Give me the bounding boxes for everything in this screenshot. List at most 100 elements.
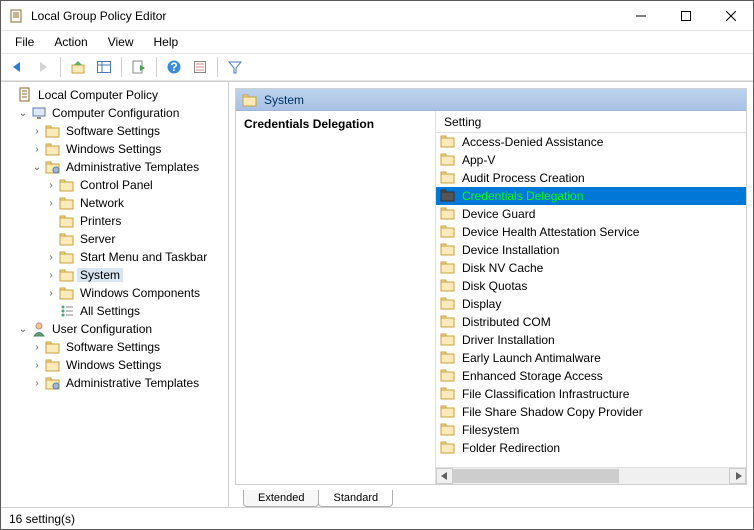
- tree-item-label: System: [77, 268, 123, 282]
- list-item[interactable]: File Share Shadow Copy Provider: [436, 403, 746, 421]
- list-header-setting[interactable]: Setting: [436, 111, 746, 133]
- menu-action[interactable]: Action: [46, 33, 95, 51]
- scroll-right-button[interactable]: [729, 468, 746, 484]
- tree-cc-network[interactable]: › Network: [3, 194, 226, 212]
- folder-icon: [440, 314, 456, 331]
- close-button[interactable]: [708, 1, 753, 30]
- list-item[interactable]: Disk NV Cache: [436, 259, 746, 277]
- list-item[interactable]: Early Launch Antimalware: [436, 349, 746, 367]
- expand-toggle[interactable]: ›: [31, 144, 43, 155]
- list-item[interactable]: App-V: [436, 151, 746, 169]
- tree-item-label: Network: [77, 196, 127, 210]
- right-pane: System Credentials Delegation Setting Ac…: [229, 82, 753, 507]
- tree-cc-start-menu[interactable]: ›Start Menu and Taskbar: [3, 248, 226, 266]
- list-item-label: File Share Shadow Copy Provider: [462, 405, 643, 419]
- tree-uc-admin-templates[interactable]: ›Administrative Templates: [3, 374, 226, 392]
- toolbar-separator: [217, 57, 218, 77]
- properties-button[interactable]: [188, 55, 212, 79]
- expand-toggle[interactable]: ⌄: [31, 162, 43, 173]
- menu-view[interactable]: View: [100, 33, 142, 51]
- tree-computer-configuration[interactable]: ⌄Computer Configuration: [3, 104, 226, 122]
- list-item[interactable]: Disk Quotas: [436, 277, 746, 295]
- tree-uc-software-settings[interactable]: ›Software Settings: [3, 338, 226, 356]
- tree-user-configuration[interactable]: ⌄User Configuration: [3, 320, 226, 338]
- expand-toggle[interactable]: ›: [31, 378, 43, 389]
- list-item-label: Disk NV Cache: [462, 261, 543, 275]
- menu-file[interactable]: File: [7, 33, 42, 51]
- help-button[interactable]: ?: [162, 55, 186, 79]
- tree-root[interactable]: Local Computer Policy: [3, 86, 226, 104]
- export-button[interactable]: [127, 55, 151, 79]
- list-item[interactable]: Distributed COM: [436, 313, 746, 331]
- tree-item-icon: [59, 177, 75, 193]
- list-item[interactable]: Audit Process Creation: [436, 169, 746, 187]
- tab-extended[interactable]: Extended: [243, 490, 319, 507]
- menubar: File Action View Help: [1, 31, 753, 53]
- expand-toggle[interactable]: ›: [45, 180, 57, 191]
- filter-button[interactable]: [223, 55, 247, 79]
- folder-icon: [440, 404, 456, 421]
- list-item[interactable]: Filesystem: [436, 421, 746, 439]
- horizontal-scrollbar[interactable]: [436, 467, 746, 484]
- tree-cc-all-settings[interactable]: All Settings: [3, 302, 226, 320]
- toolbar-separator: [60, 57, 61, 77]
- list-item[interactable]: Device Installation: [436, 241, 746, 259]
- tree-cc-software-settings[interactable]: ›Software Settings: [3, 122, 226, 140]
- tree-cc-control-panel[interactable]: › Control Panel: [3, 176, 226, 194]
- maximize-button[interactable]: [663, 1, 708, 30]
- list-item[interactable]: Display: [436, 295, 746, 313]
- up-button[interactable]: [66, 55, 90, 79]
- expand-toggle[interactable]: ›: [31, 126, 43, 137]
- tree-item-label: Windows Settings: [63, 142, 164, 156]
- list-item-label: Access-Denied Assistance: [462, 135, 603, 149]
- show-hide-tree-button[interactable]: [92, 55, 116, 79]
- tree-cc-windows-components[interactable]: › Windows Components: [3, 284, 226, 302]
- expand-toggle[interactable]: ›: [45, 288, 57, 299]
- expand-toggle[interactable]: ⌄: [17, 108, 29, 119]
- menu-help[interactable]: Help: [146, 33, 187, 51]
- tree-pane[interactable]: Local Computer Policy⌄Computer Configura…: [1, 82, 229, 507]
- folder-icon: [440, 332, 456, 349]
- tree-item-label: Windows Components: [77, 286, 203, 300]
- folder-icon: [440, 152, 456, 169]
- list-item[interactable]: Enhanced Storage Access: [436, 367, 746, 385]
- expand-toggle[interactable]: ›: [45, 198, 57, 209]
- minimize-button[interactable]: [618, 1, 663, 30]
- list-item-label: Disk Quotas: [462, 279, 527, 293]
- content-box: System Credentials Delegation Setting Ac…: [235, 88, 747, 485]
- list-item-label: Folder Redirection: [462, 441, 560, 455]
- list-item[interactable]: Folder Redirection: [436, 439, 746, 457]
- folder-icon: [440, 206, 456, 223]
- list-item[interactable]: Access-Denied Assistance: [436, 133, 746, 151]
- tree-cc-printers[interactable]: Printers: [3, 212, 226, 230]
- list-item[interactable]: File Classification Infrastructure: [436, 385, 746, 403]
- scroll-left-button[interactable]: [436, 468, 453, 484]
- tree-cc-system[interactable]: › System: [3, 266, 226, 284]
- tree-cc-server[interactable]: Server: [3, 230, 226, 248]
- tab-standard[interactable]: Standard: [318, 490, 393, 507]
- list-item-label: Early Launch Antimalware: [462, 351, 601, 365]
- expand-toggle[interactable]: ›: [45, 252, 57, 263]
- list-item-label: App-V: [462, 153, 495, 167]
- toolbar-separator: [156, 57, 157, 77]
- scroll-track[interactable]: [453, 468, 729, 484]
- back-button[interactable]: [5, 55, 29, 79]
- list-item[interactable]: Driver Installation: [436, 331, 746, 349]
- scroll-thumb[interactable]: [453, 469, 619, 483]
- list-item[interactable]: Credentials Delegation: [436, 187, 746, 205]
- expand-toggle[interactable]: ›: [31, 360, 43, 371]
- tree-cc-admin-templates[interactable]: ⌄Administrative Templates: [3, 158, 226, 176]
- list-column: Setting Access-Denied Assistance App-V Aud…: [436, 111, 746, 484]
- expand-toggle[interactable]: ›: [31, 342, 43, 353]
- expand-toggle[interactable]: ⌄: [17, 324, 29, 335]
- forward-button[interactable]: [31, 55, 55, 79]
- settings-list[interactable]: Access-Denied Assistance App-V Audit Proce…: [436, 133, 746, 467]
- folder-icon: [440, 296, 456, 313]
- expand-toggle[interactable]: ›: [45, 270, 57, 281]
- list-item[interactable]: Device Guard: [436, 205, 746, 223]
- tree-cc-windows-settings[interactable]: › Windows Settings: [3, 140, 226, 158]
- list-item[interactable]: Device Health Attestation Service: [436, 223, 746, 241]
- tree-uc-windows-settings[interactable]: ›Windows Settings: [3, 356, 226, 374]
- folder-icon: [440, 224, 456, 241]
- tree-item-label: Control Panel: [77, 178, 156, 192]
